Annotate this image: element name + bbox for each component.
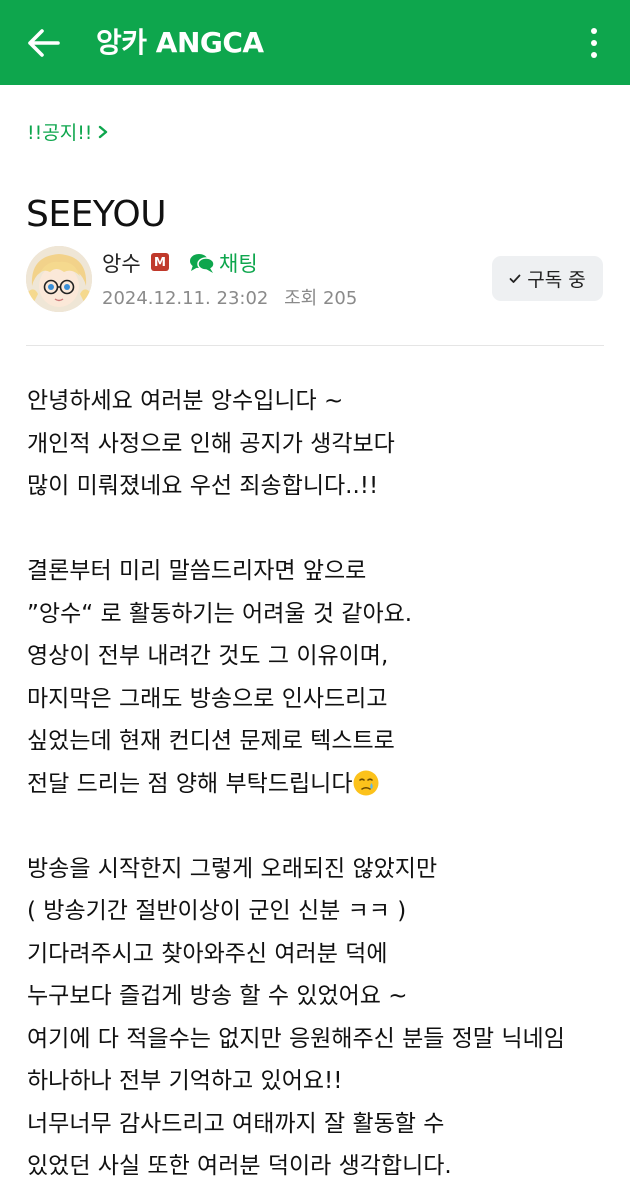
subscribe-button[interactable]: 구독 중 — [492, 256, 603, 301]
post-meta: 2024.12.11. 23:02 조회 205 — [102, 284, 357, 310]
body-line: 하나하나 전부 기억하고 있어요!! — [27, 1068, 343, 1094]
chat-bubble-icon — [190, 254, 215, 273]
check-icon — [509, 274, 521, 283]
post-date: 2024.12.11. 23:02 — [102, 288, 269, 309]
post-title: SEEYOU — [26, 194, 167, 236]
more-vertical-icon — [591, 28, 597, 34]
post-body: 안녕하세요 여러분 앙수입니다 ~ 개인적 사정으로 인해 공지가 생각보다 많… — [27, 380, 617, 1188]
crying-face-emoji-icon — [353, 770, 379, 795]
subscribe-label: 구독 중 — [527, 269, 586, 291]
body-line: ( 방송기간 절반이상이 군인 신분 ㅋㅋ ) — [27, 898, 407, 924]
body-line: 마지막은 그래도 방송으로 인사드리고 — [27, 685, 388, 712]
body-line: 있었던 사실 또한 여러분 덕이라 생각합니다. — [27, 1153, 452, 1179]
avatar-image — [26, 246, 92, 312]
body-line: 많이 미뤄졌네요 우선 죄송합니다..!! — [27, 473, 379, 499]
more-options-button[interactable] — [584, 22, 604, 64]
chat-label: 채팅 — [219, 252, 258, 276]
app-bar: 앙카 ANGCA — [0, 0, 630, 85]
cafe-title: 앙카 ANGCA — [96, 26, 264, 59]
body-line: 방송을 시작한지 그렇게 오래되진 않았지만 — [27, 855, 438, 882]
body-line-with-emoji: 전달 드리는 점 양해 부탁드립니다 — [27, 763, 617, 806]
arrow-left-icon — [28, 29, 60, 57]
board-name: !!공지!! — [27, 122, 93, 144]
body-line: 싶었는데 현재 컨디션 문제로 텍스트로 — [27, 728, 395, 754]
divider — [26, 345, 604, 346]
body-line: 안녕하세요 여러분 앙수입니다 ~ — [27, 388, 344, 414]
chat-button[interactable]: 채팅 — [189, 248, 258, 278]
body-line: 전달 드리는 점 양해 부탁드립니다 — [27, 770, 353, 797]
author-avatar[interactable] — [26, 246, 92, 312]
body-line: 영상이 전부 내려간 것도 그 이유이며, — [27, 643, 389, 669]
body-line: ”앙수“ 로 활동하기는 어려울 것 같아요. — [27, 600, 413, 627]
body-line: 너무너무 감사드리고 여태까지 잘 활동할 수 — [27, 1110, 445, 1137]
body-line: 여기에 다 적을수는 없지만 응원해주신 분들 정말 닉네임 — [27, 1025, 565, 1052]
view-count: 조회 205 — [284, 288, 358, 309]
body-line: 결론부터 미리 말씀드리자면 앞으로 — [27, 558, 367, 584]
body-line: 개인적 사정으로 인해 공지가 생각보다 — [27, 430, 395, 457]
body-line: 누구보다 즐겁게 방송 할 수 있었어요 ~ — [27, 983, 408, 1009]
back-button[interactable] — [22, 22, 64, 64]
chevron-right-icon — [99, 125, 108, 138]
manager-badge-icon: M — [151, 253, 169, 271]
author-name[interactable]: 앙수 — [102, 248, 141, 278]
body-line: 기다려주시고 찾아와주신 여러분 덕에 — [27, 940, 388, 967]
board-link[interactable]: !!공지!! — [27, 118, 108, 145]
